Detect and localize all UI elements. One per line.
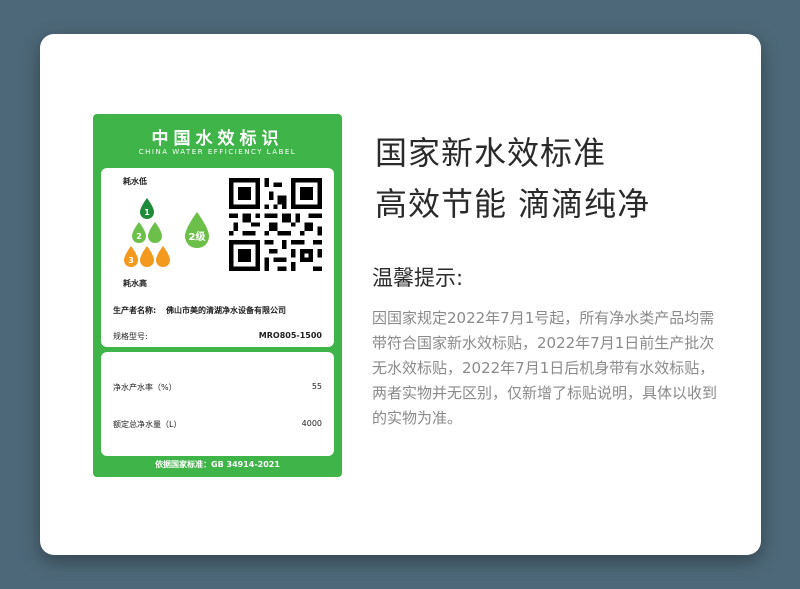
drop-number-3: 3 [128, 256, 134, 265]
model-value: MRO805-1500 [258, 331, 322, 340]
rate-label: 净水产水率（%） [113, 383, 177, 392]
standard-footer: 依据国家标准：GB 34914-2021 [155, 460, 280, 469]
drop-number-2: 2 [136, 232, 142, 241]
tip-body: 因国家规定2022年7月1号起，所有净水类产品均需带符合国家新水效标贴，2022… [372, 309, 718, 427]
heading-line-1: 国家新水效标准 [375, 134, 607, 172]
total-value: 4000 [301, 419, 322, 428]
drop-number-1: 1 [144, 208, 150, 217]
rate-value: 55 [311, 382, 322, 391]
label-metrics-panel: 净水产水率（%） 55 额定总净水量（L） 4000 [101, 352, 334, 456]
heading-line-2: 高效节能 滴滴纯净 [375, 185, 651, 223]
product-card: 中国水效标识 CHINA WATER EFFICIENCY LABEL 耗水低 … [40, 34, 761, 555]
high-consumption-text: 耗水高 [123, 279, 147, 288]
qr-code-icon [229, 178, 322, 271]
label-info-panel: 耗水低 1 2 3 2级 耗水高 生产者名称: 佛山市美的清湖净水设备有限公司 … [101, 168, 334, 347]
low-consumption-text: 耗水低 [123, 177, 147, 186]
label-title: 中国水效标识 [151, 129, 284, 149]
model-label: 规格型号: [113, 332, 148, 341]
manufacturer-value: 佛山市美的清湖净水设备有限公司 [166, 306, 286, 315]
grade-text: 2级 [189, 230, 207, 243]
tip-title: 温馨提示: [372, 266, 464, 290]
manufacturer-label: 生产者名称: [113, 306, 157, 315]
efficiency-drops-icon: 1 2 3 2级 [124, 198, 209, 267]
label-subtitle: CHINA WATER EFFICIENCY LABEL [138, 148, 297, 156]
total-label: 额定总净水量（L） [113, 420, 182, 429]
water-efficiency-label: 中国水效标识 CHINA WATER EFFICIENCY LABEL 耗水低 … [93, 114, 342, 477]
